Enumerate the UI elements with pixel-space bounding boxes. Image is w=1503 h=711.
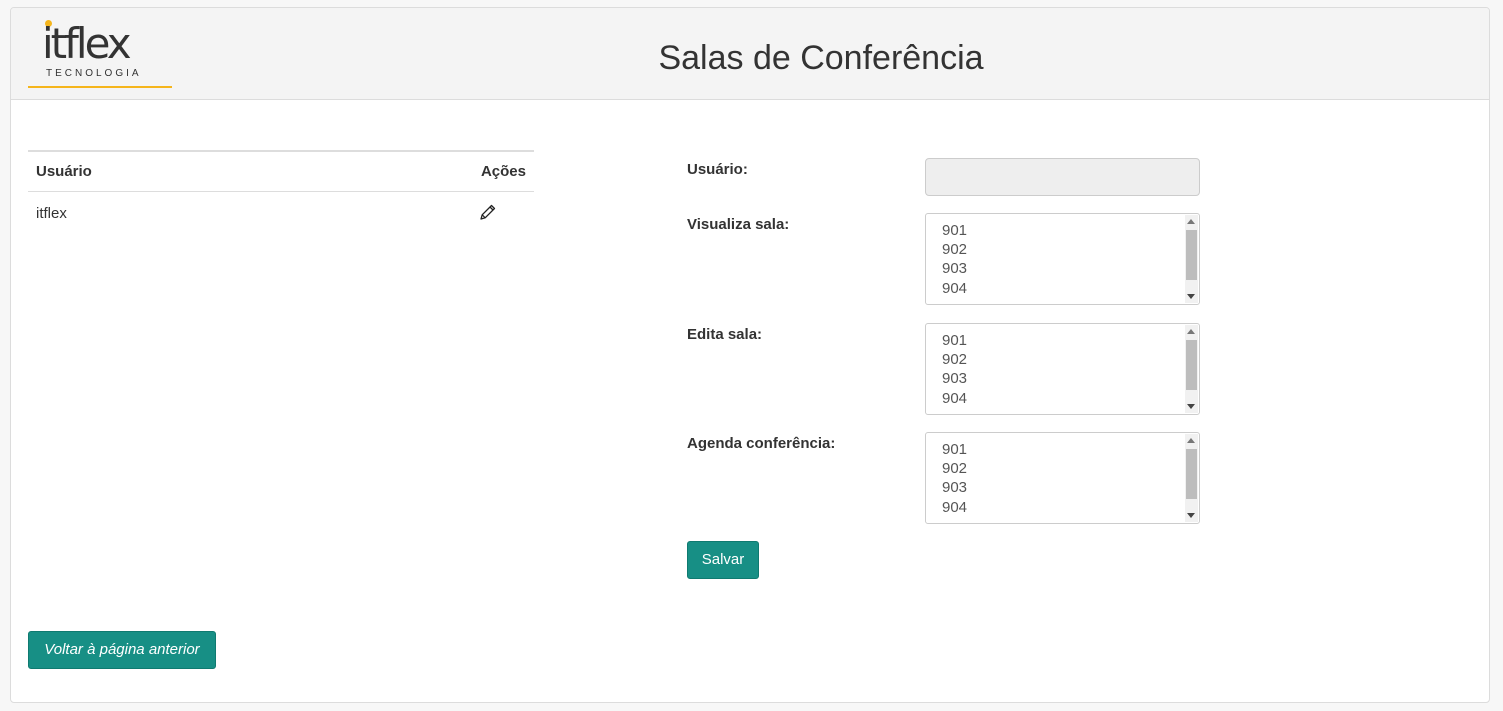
user-field[interactable] — [925, 158, 1200, 196]
scrollbar[interactable] — [1185, 215, 1198, 303]
scrollbar[interactable] — [1185, 325, 1198, 413]
room-option[interactable]: 903 — [942, 478, 967, 497]
scrollbar[interactable] — [1185, 434, 1198, 522]
save-button[interactable]: Salvar — [687, 541, 759, 579]
table-header-row: Usuário Ações — [28, 150, 534, 192]
room-option[interactable]: 904 — [942, 498, 967, 517]
users-table: Usuário Ações itflex — [28, 150, 534, 236]
schedule-conference-label: Agenda conferência: — [687, 435, 836, 452]
scroll-thumb[interactable] — [1186, 340, 1197, 390]
user-cell: itflex — [36, 205, 67, 222]
room-option[interactable]: 902 — [942, 459, 967, 478]
page-title: Salas de Conferência — [658, 39, 984, 77]
user-field-label: Usuário: — [687, 161, 748, 178]
back-button[interactable]: Voltar à página anterior — [28, 631, 216, 669]
edit-room-label: Edita sala: — [687, 326, 763, 343]
scroll-thumb[interactable] — [1186, 449, 1197, 499]
scroll-up-icon[interactable] — [1187, 329, 1195, 334]
column-header-user: Usuário — [28, 150, 296, 192]
panel-header: itflex TECNOLOGIA Salas de Conferência — [11, 8, 1489, 100]
scroll-down-icon[interactable] — [1187, 404, 1195, 409]
pencil-icon[interactable] — [478, 202, 498, 222]
edit-room-select[interactable]: 901 902 903 904 — [925, 323, 1200, 415]
room-option[interactable]: 901 — [942, 440, 967, 459]
room-option[interactable]: 902 — [942, 240, 967, 259]
logo-underline — [28, 86, 172, 88]
room-option[interactable]: 904 — [942, 389, 967, 408]
room-option[interactable]: 903 — [942, 259, 967, 278]
column-header-actions: Ações — [295, 150, 534, 192]
room-option[interactable]: 901 — [942, 221, 967, 240]
table-row: itflex — [28, 191, 534, 236]
view-room-label: Visualiza sala: — [687, 216, 790, 233]
scroll-thumb[interactable] — [1186, 230, 1197, 280]
scroll-up-icon[interactable] — [1187, 438, 1195, 443]
scroll-up-icon[interactable] — [1187, 219, 1195, 224]
room-option[interactable]: 903 — [942, 369, 967, 388]
room-option[interactable]: 904 — [942, 279, 967, 298]
room-option[interactable]: 901 — [942, 331, 967, 350]
scroll-down-icon[interactable] — [1187, 513, 1195, 518]
main-panel: itflex TECNOLOGIA Salas de Conferência U… — [10, 7, 1490, 703]
schedule-conference-select[interactable]: 901 902 903 904 — [925, 432, 1200, 524]
actions-cell — [296, 191, 534, 236]
view-room-select[interactable]: 901 902 903 904 — [925, 213, 1200, 305]
room-option[interactable]: 902 — [942, 350, 967, 369]
scroll-down-icon[interactable] — [1187, 294, 1195, 299]
